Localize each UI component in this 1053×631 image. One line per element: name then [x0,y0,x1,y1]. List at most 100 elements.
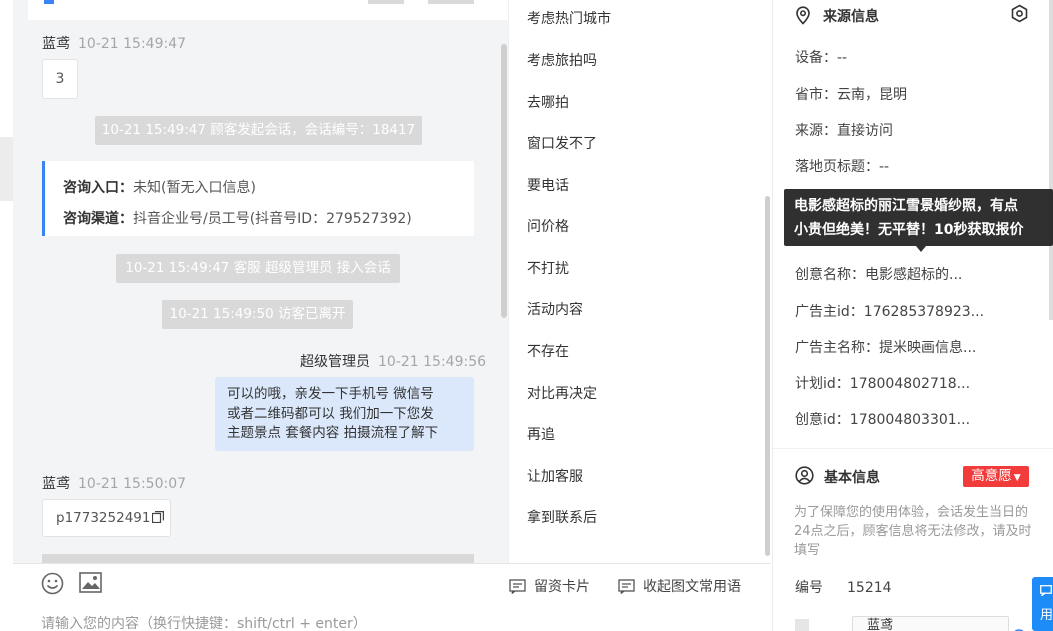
row-label: 省市： [795,87,837,103]
row-value: 178004803301... [849,412,971,428]
row-label: 广告主名称： [795,340,879,356]
consult-entry-row: 咨询入口：未知(暂无入口信息) [63,173,474,204]
source-row-creative-id: 创意id：178004803301... [795,409,970,429]
app-window: 蓝鸢 10-21 15:49:47 3 10-21 15:49:47 顾客发起会话… [0,0,1053,631]
number-value: 15214 [847,580,892,596]
chevron-down-icon: ▼ [1013,473,1021,483]
tooltip-arrow [916,246,926,252]
quick-reply-item[interactable]: 要电话 [527,175,569,195]
basic-info-title: 基本信息 [824,470,880,486]
row-value: 直接访问 [837,123,893,139]
name-field-label [795,619,809,631]
row-label: 广告主id： [795,304,864,320]
quick-reply-item[interactable]: 不打扰 [527,258,569,278]
quick-reply-item[interactable]: 去哪拍 [527,92,569,112]
source-row-region: 省市：云南，昆明 [795,84,907,104]
row-value: 176285378923... [863,304,985,320]
quick-reply-panel: 考虑热门城市 考虑旅拍吗 去哪拍 窗口发不了 要电话 问价格 不打扰 活动内容 … [508,0,771,563]
intent-badge-label: 高意愿 [971,468,1012,484]
sender-name: 蓝鸢 [42,476,70,492]
consult-info-card: 咨询入口：未知(暂无入口信息) 咨询渠道：抖音企业号/员工号(抖音号ID：279… [42,161,474,236]
number-label: 编号 [795,580,823,596]
info-scrollbar[interactable] [1049,0,1053,320]
copy-icon[interactable] [152,501,165,524]
edit-icon[interactable] [1011,624,1027,631]
consult-entry-value: 未知(暂无入口信息) [133,180,256,196]
quick-reply-item[interactable]: 问价格 [527,216,569,236]
floating-action-label: 用 [1040,608,1053,623]
message-meta: 蓝鸢 10-21 15:50:07 [42,473,186,493]
chat-scrollbar[interactable] [501,44,507,318]
quick-reply-item[interactable]: 不存在 [527,341,569,361]
user-circle-icon [795,466,814,489]
quick-reply-item[interactable]: 考虑旅拍吗 [527,50,597,70]
system-message: 10-21 15:49:50 访客已离开 [162,300,353,329]
agent-message-bubble: 可以的哦，亲发一下手机号 微信号 或者二维码都可以 我们加一下您发 主题景点 套… [215,377,474,451]
quick-reply-item[interactable]: 窗口发不了 [527,133,597,153]
consult-channel-row: 咨询渠道：抖音企业号/员工号(抖音号ID：279527392) [63,204,474,235]
row-value: 云南，昆明 [837,87,907,103]
left-gutter-tab[interactable] [0,137,13,201]
lead-card-label: 留资卡片 [534,579,590,595]
quick-reply-item[interactable]: 让加客服 [527,466,583,486]
customer-name-field[interactable]: 蓝鸢 [852,616,1009,631]
card-icon [509,578,526,594]
consult-channel-value: 抖音企业号/员工号(抖音号ID：279527392) [133,211,412,227]
tooltip-line: 电影感超标的丽江雪景婚纱照，有点 [794,198,1018,214]
source-row-creative-name[interactable]: 创意名称：电影感超标的... [795,264,962,284]
header-action[interactable] [368,0,404,4]
system-message: 10-21 15:49:47 顾客发起会话，会话编号：18417 [95,116,422,145]
settings-icon[interactable] [1010,4,1029,27]
message-line: 或者二维码都可以 我们加一下您发 [227,405,434,422]
row-value: 提米映画信息... [879,340,977,356]
collapse-phrases-label: 收起图文常用语 [643,579,741,595]
message-line: 主题景点 套餐内容 拍摄流程了解下 [227,425,439,441]
message-time: 10-21 15:49:56 [378,354,487,370]
quick-reply-item[interactable]: 活动内容 [527,299,583,319]
consult-entry-label: 咨询入口： [63,180,133,196]
header-action-2[interactable] [428,0,474,4]
message-text: p1773252491 [56,510,151,526]
image-icon[interactable] [79,572,102,597]
header-accent [44,0,54,4]
message-meta: 超级管理员 10-21 15:49:56 [300,351,486,371]
message-bubble: 3 [42,59,78,99]
intent-badge[interactable]: 高意愿 ▼ [963,466,1029,487]
chat-icon [1040,585,1053,600]
row-label: 计划id： [795,376,850,392]
sender-name: 超级管理员 [300,354,370,370]
floating-action-button[interactable]: 用 [1032,577,1053,631]
source-row-source: 来源：直接访问 [795,120,893,140]
left-gutter [0,0,13,631]
system-message: 10-21 15:49:47 客服 超级管理员 接入会话 [116,254,400,283]
message-input[interactable]: 请输入您的内容（换行快捷键：shift/ctrl + enter） [41,613,367,631]
quick-reply-item[interactable]: 对比再决定 [527,383,597,403]
message-time: 10-21 15:50:07 [78,476,187,492]
quick-reply-item[interactable]: 拿到联系后 [527,507,597,527]
source-row-advertiser-id: 广告主id：176285378923... [795,301,984,321]
section-divider [773,448,1053,449]
message-meta: 蓝鸢 10-21 15:49:47 [42,33,186,53]
source-row-advertiser-name: 广告主名称：提米映画信息... [795,337,976,357]
row-value: -- [879,159,890,175]
lead-card-button[interactable]: 留资卡片 [509,576,590,596]
collapse-phrases-button[interactable]: 收起图文常用语 [618,576,741,596]
source-row-landing-title: 落地页标题：-- [795,156,889,176]
source-row-plan-id: 计划id：178004802718... [795,373,970,393]
row-label: 创意名称： [795,267,865,283]
source-row-device: 设备：-- [795,47,847,67]
message-line: 可以的哦，亲发一下手机号 微信号 [227,386,434,402]
row-value: 电影感超标的... [865,267,963,283]
consult-channel-label: 咨询渠道： [63,211,133,227]
quick-reply-item[interactable]: 再追 [527,424,555,444]
source-info-title: 来源信息 [823,9,879,25]
location-pin-icon [795,6,811,29]
quick-reply-scrollbar[interactable] [765,196,770,556]
emoji-icon[interactable] [41,572,64,599]
tooltip-line: 小贵但绝美！无平替！10秒获取报价 [794,222,1024,238]
message-icon [618,578,635,594]
quick-reply-item[interactable]: 考虑热门城市 [527,8,611,28]
row-label: 创意id： [795,412,850,428]
edit-deadline-note: 为了保障您的使用体验，会话发生当日的24点之后，顾客信息将无法修改，请及时填写 [794,505,1032,558]
row-value: 178004802718... [849,376,971,392]
